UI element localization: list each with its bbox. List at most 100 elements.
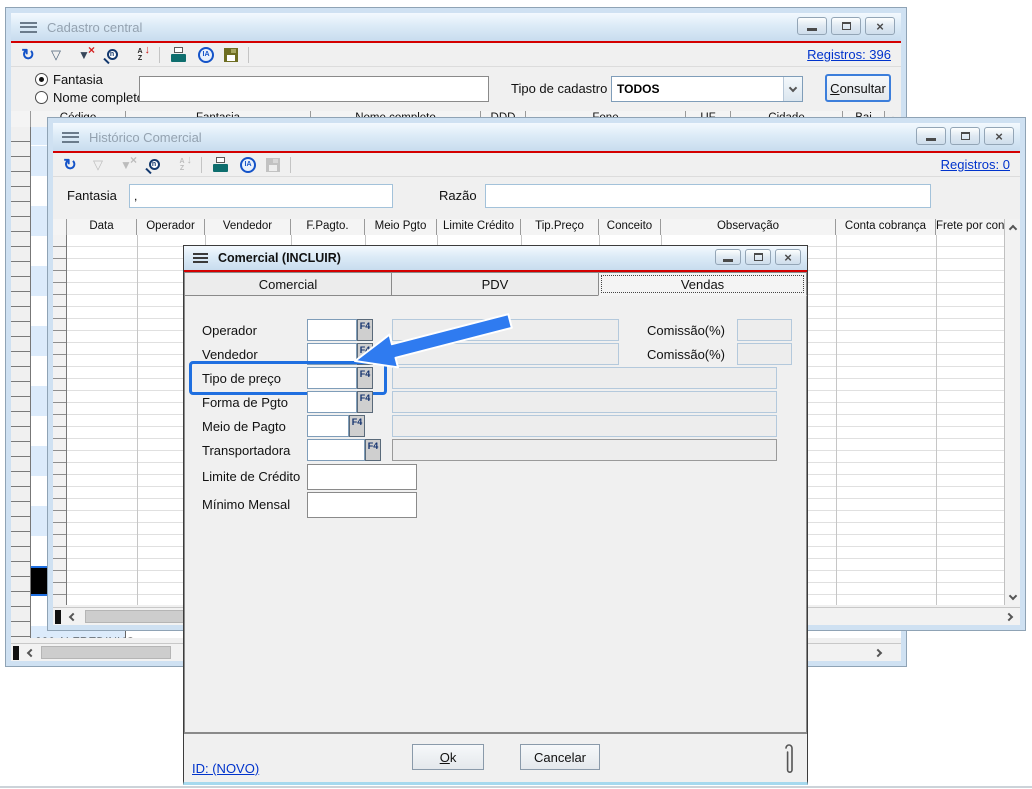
meio-pagto-f4-button[interactable]: F4	[349, 415, 365, 437]
maximize-button[interactable]	[831, 17, 861, 35]
consultar-label: Consultar	[830, 81, 886, 96]
transportadora-label: Transportadora	[202, 443, 290, 458]
minimize-button[interactable]	[797, 17, 827, 35]
sort-az-icon[interactable]: AZ↓	[131, 46, 149, 64]
limite-credito-label: Limite de Crédito	[202, 469, 300, 484]
window-title: Histórico Comercial	[89, 130, 202, 145]
clear-filter-icon-disabled: ▼×	[117, 156, 135, 174]
dialog-footer: ID: (NOVO) Ok Cancelar	[184, 732, 807, 782]
clear-filter-icon[interactable]: ▼×	[75, 46, 93, 64]
historico-vscrollbar[interactable]	[1004, 219, 1020, 605]
column-header[interactable]: Operador	[137, 219, 205, 235]
consultar-button[interactable]: Consultar	[825, 74, 891, 102]
scroll-left-icon[interactable]	[63, 609, 79, 625]
ia-icon[interactable]: IA	[198, 47, 214, 63]
refresh-icon[interactable]: ↻	[19, 46, 37, 64]
search-input[interactable]	[139, 76, 489, 102]
column-header[interactable]: Observação	[661, 219, 836, 235]
radio-fantasia[interactable]	[35, 73, 48, 86]
close-button[interactable]: ×	[865, 17, 895, 35]
tab-pdv[interactable]: PDV	[391, 272, 599, 296]
comissao1-input[interactable]	[737, 319, 792, 341]
menu-icon[interactable]	[193, 253, 208, 263]
column-header[interactable]: Data	[67, 219, 137, 235]
column-header[interactable]: Limite Crédito	[437, 219, 521, 235]
scroll-right-icon[interactable]	[871, 645, 887, 661]
fantasia-label: Fantasia	[67, 188, 117, 203]
search-icon[interactable]: n	[103, 46, 121, 64]
vendedor-label: Vendedor	[202, 347, 258, 362]
transportadora-f4-button[interactable]: F4	[365, 439, 381, 461]
tipo-cadastro-label: Tipo de cadastro	[511, 81, 607, 96]
operador-input[interactable]	[307, 319, 357, 341]
cadastro-search-row: Fantasia Nome completo Tipo de cadastro …	[11, 68, 901, 111]
historico-titlebar[interactable]: Histórico Comercial ×	[53, 123, 1020, 151]
cadastro-titlebar[interactable]: Cadastro central ×	[11, 13, 901, 41]
meio-pagto-input[interactable]	[307, 415, 349, 437]
vendedor-nome-field	[392, 343, 619, 365]
limite-credito-input[interactable]	[307, 464, 417, 490]
fantasia-input[interactable]	[129, 184, 393, 208]
scroll-lock-mark	[13, 646, 19, 660]
scroll-up-icon[interactable]	[1005, 219, 1021, 235]
save-icon[interactable]	[224, 48, 238, 62]
column-header[interactable]: Meio Pgto	[365, 219, 437, 235]
comissao2-input[interactable]	[737, 343, 792, 365]
scroll-down-icon[interactable]	[1005, 589, 1021, 605]
column-header[interactable]: Conta cobrança	[836, 219, 936, 235]
dropdown-arrow-icon[interactable]	[783, 77, 802, 101]
tipo-preco-f4-button[interactable]: F4	[357, 367, 373, 389]
row-header-cell	[11, 111, 31, 127]
cancelar-button[interactable]: Cancelar	[520, 744, 600, 770]
column-header[interactable]: Tip.Preço	[521, 219, 599, 235]
print-icon[interactable]	[212, 156, 230, 174]
meio-pagto-nome-field	[392, 415, 777, 437]
forma-pgto-input[interactable]	[307, 391, 357, 413]
row-header-column	[53, 235, 67, 605]
forma-pgto-label: Forma de Pgto	[202, 395, 288, 410]
tipo-preco-input[interactable]	[307, 367, 357, 389]
filter-icon-disabled: ▽	[89, 156, 107, 174]
menu-icon[interactable]	[20, 22, 37, 33]
radio-fantasia-label: Fantasia	[53, 72, 103, 87]
scroll-left-icon[interactable]	[21, 645, 37, 661]
transportadora-input[interactable]	[307, 439, 365, 461]
tab-comercial[interactable]: Comercial	[184, 272, 392, 296]
historico-toolbar: ↻ ▽ ▼× n AZ↓ IA Registros: 0	[53, 153, 1020, 177]
menu-icon[interactable]	[62, 132, 79, 143]
column-header[interactable]: Frete por conta E	[936, 219, 1004, 235]
tab-vendas[interactable]: Vendas	[598, 272, 807, 296]
refresh-icon[interactable]: ↻	[61, 156, 79, 174]
tipo-cadastro-select[interactable]: TODOS	[611, 76, 803, 102]
registros-link[interactable]: Registros: 396	[807, 47, 891, 62]
ok-button[interactable]: Ok	[412, 744, 484, 770]
column-header[interactable]: Vendedor	[205, 219, 291, 235]
close-button[interactable]: ×	[775, 249, 801, 265]
dialog-title: Comercial (INCLUIR)	[218, 251, 341, 265]
maximize-button[interactable]	[950, 127, 980, 145]
search-icon[interactable]: n	[145, 156, 163, 174]
dialog-comercial-incluir: Comercial (INCLUIR) × Comercial PDV Vend…	[183, 245, 808, 785]
screen-bottom-line	[0, 786, 1032, 788]
ia-icon[interactable]: IA	[240, 157, 256, 173]
dialog-titlebar[interactable]: Comercial (INCLUIR) ×	[184, 246, 807, 270]
filter-icon[interactable]: ▽	[47, 46, 65, 64]
razao-input[interactable]	[485, 184, 931, 208]
scroll-thumb[interactable]	[41, 646, 171, 659]
minimize-button[interactable]	[916, 127, 946, 145]
close-button[interactable]: ×	[984, 127, 1014, 145]
id-novo-link[interactable]: ID: (NOVO)	[192, 761, 259, 776]
print-icon[interactable]	[170, 46, 188, 64]
maximize-button[interactable]	[745, 249, 771, 265]
operador-f4-button[interactable]: F4	[357, 319, 373, 341]
minimo-mensal-input[interactable]	[307, 492, 417, 518]
comissao2-label: Comissão(%)	[647, 347, 725, 362]
meio-pagto-label: Meio de Pagto	[202, 419, 286, 434]
column-header[interactable]: F.Pagto.	[291, 219, 365, 235]
column-header[interactable]: Conceito	[599, 219, 661, 235]
scroll-right-icon[interactable]	[1002, 609, 1018, 625]
minimize-button[interactable]	[715, 249, 741, 265]
radio-nome-completo[interactable]	[35, 91, 48, 104]
forma-pgto-f4-button[interactable]: F4	[357, 391, 373, 413]
registros-link[interactable]: Registros: 0	[941, 157, 1010, 172]
